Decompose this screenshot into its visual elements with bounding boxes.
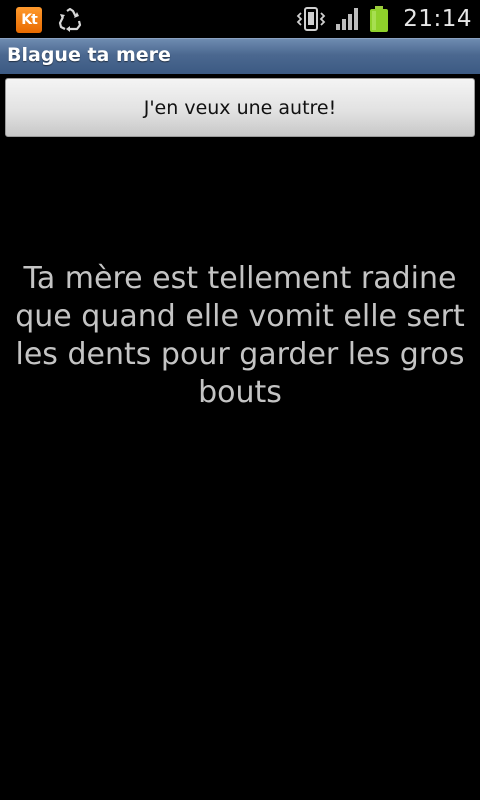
app-title: Blague ta mere <box>7 44 171 66</box>
vibrate-icon <box>296 7 326 31</box>
battery-icon <box>370 6 389 32</box>
another-joke-button[interactable]: J'en veux une autre! <box>5 78 475 137</box>
screen: Kt 21:14 Blague ta mere J'en veux une au… <box>0 0 480 800</box>
status-bar: Kt 21:14 <box>0 0 480 38</box>
clock: 21:14 <box>403 6 472 32</box>
system-icons: 21:14 <box>295 4 472 34</box>
signal-icon <box>336 8 359 30</box>
title-bar: Blague ta mere <box>0 38 480 74</box>
kt-app-icon: Kt <box>16 7 42 33</box>
notification-icons: Kt <box>16 6 84 34</box>
joke-text: Ta mère est tellement radine que quand e… <box>15 261 465 410</box>
recycle-icon <box>58 7 82 32</box>
